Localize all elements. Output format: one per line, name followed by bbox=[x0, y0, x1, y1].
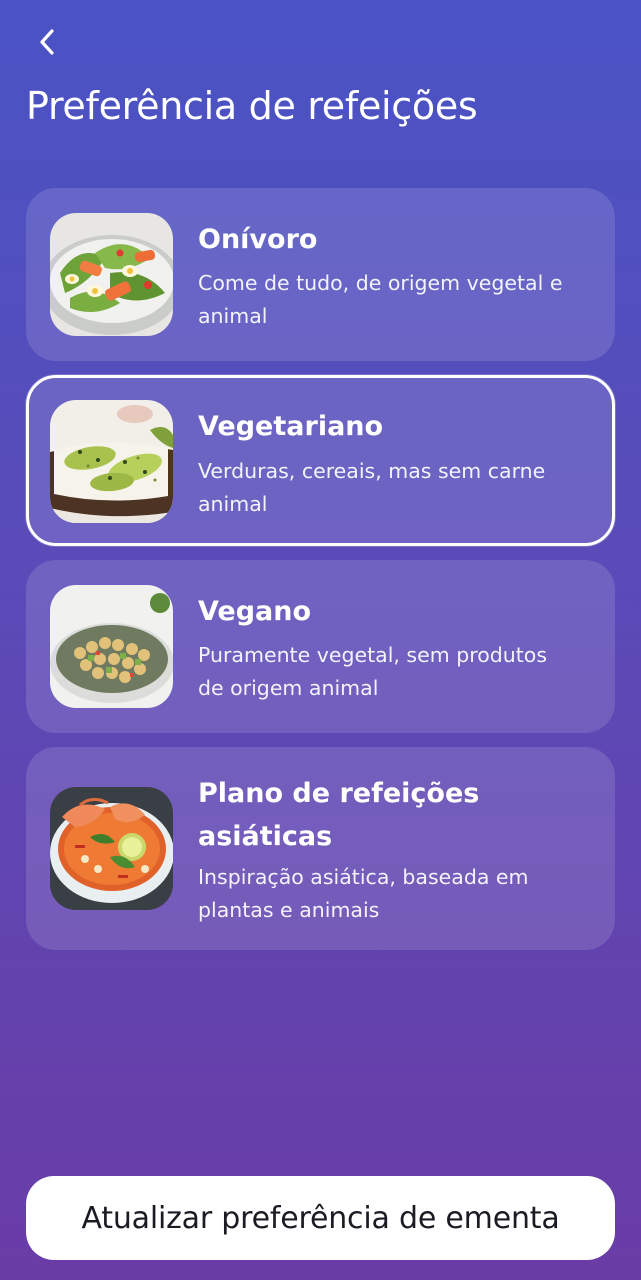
page-title: Preferência de refeições bbox=[26, 84, 478, 128]
tom-yum-soup-image bbox=[50, 787, 173, 910]
option-card-vegano[interactable]: Vegano Puramente vegetal, sem produtos d… bbox=[26, 560, 615, 733]
option-description: Puramente vegetal, sem produtos de orige… bbox=[198, 643, 548, 700]
salad-image bbox=[50, 213, 173, 336]
chevron-left-icon bbox=[40, 29, 54, 55]
option-description: Verduras, cereais, mas sem carne animal bbox=[198, 459, 546, 516]
avocado-toast-image bbox=[50, 400, 173, 523]
option-card-onivoro[interactable]: Onívoro Come de tudo, de origem vegetal … bbox=[26, 188, 615, 361]
update-preference-button[interactable]: Atualizar preferência de ementa bbox=[26, 1176, 615, 1260]
option-title: Onívoro bbox=[198, 224, 318, 255]
option-title: Vegano bbox=[198, 596, 312, 627]
option-description: Inspiração asiática, baseada em plantas … bbox=[198, 865, 529, 922]
option-card-vegetariano[interactable]: Vegetariano Verduras, cereais, mas sem c… bbox=[26, 375, 615, 546]
option-card-asiaticas[interactable]: Plano de refeições asiáticas Inspiração … bbox=[26, 747, 615, 950]
chickpea-bowl-image bbox=[50, 585, 173, 708]
option-title: Vegetariano bbox=[198, 411, 384, 442]
option-title: Plano de refeições asiáticas bbox=[198, 778, 480, 852]
back-button[interactable] bbox=[28, 22, 68, 62]
option-description: Come de tudo, de origem vegetal e animal bbox=[198, 271, 563, 328]
